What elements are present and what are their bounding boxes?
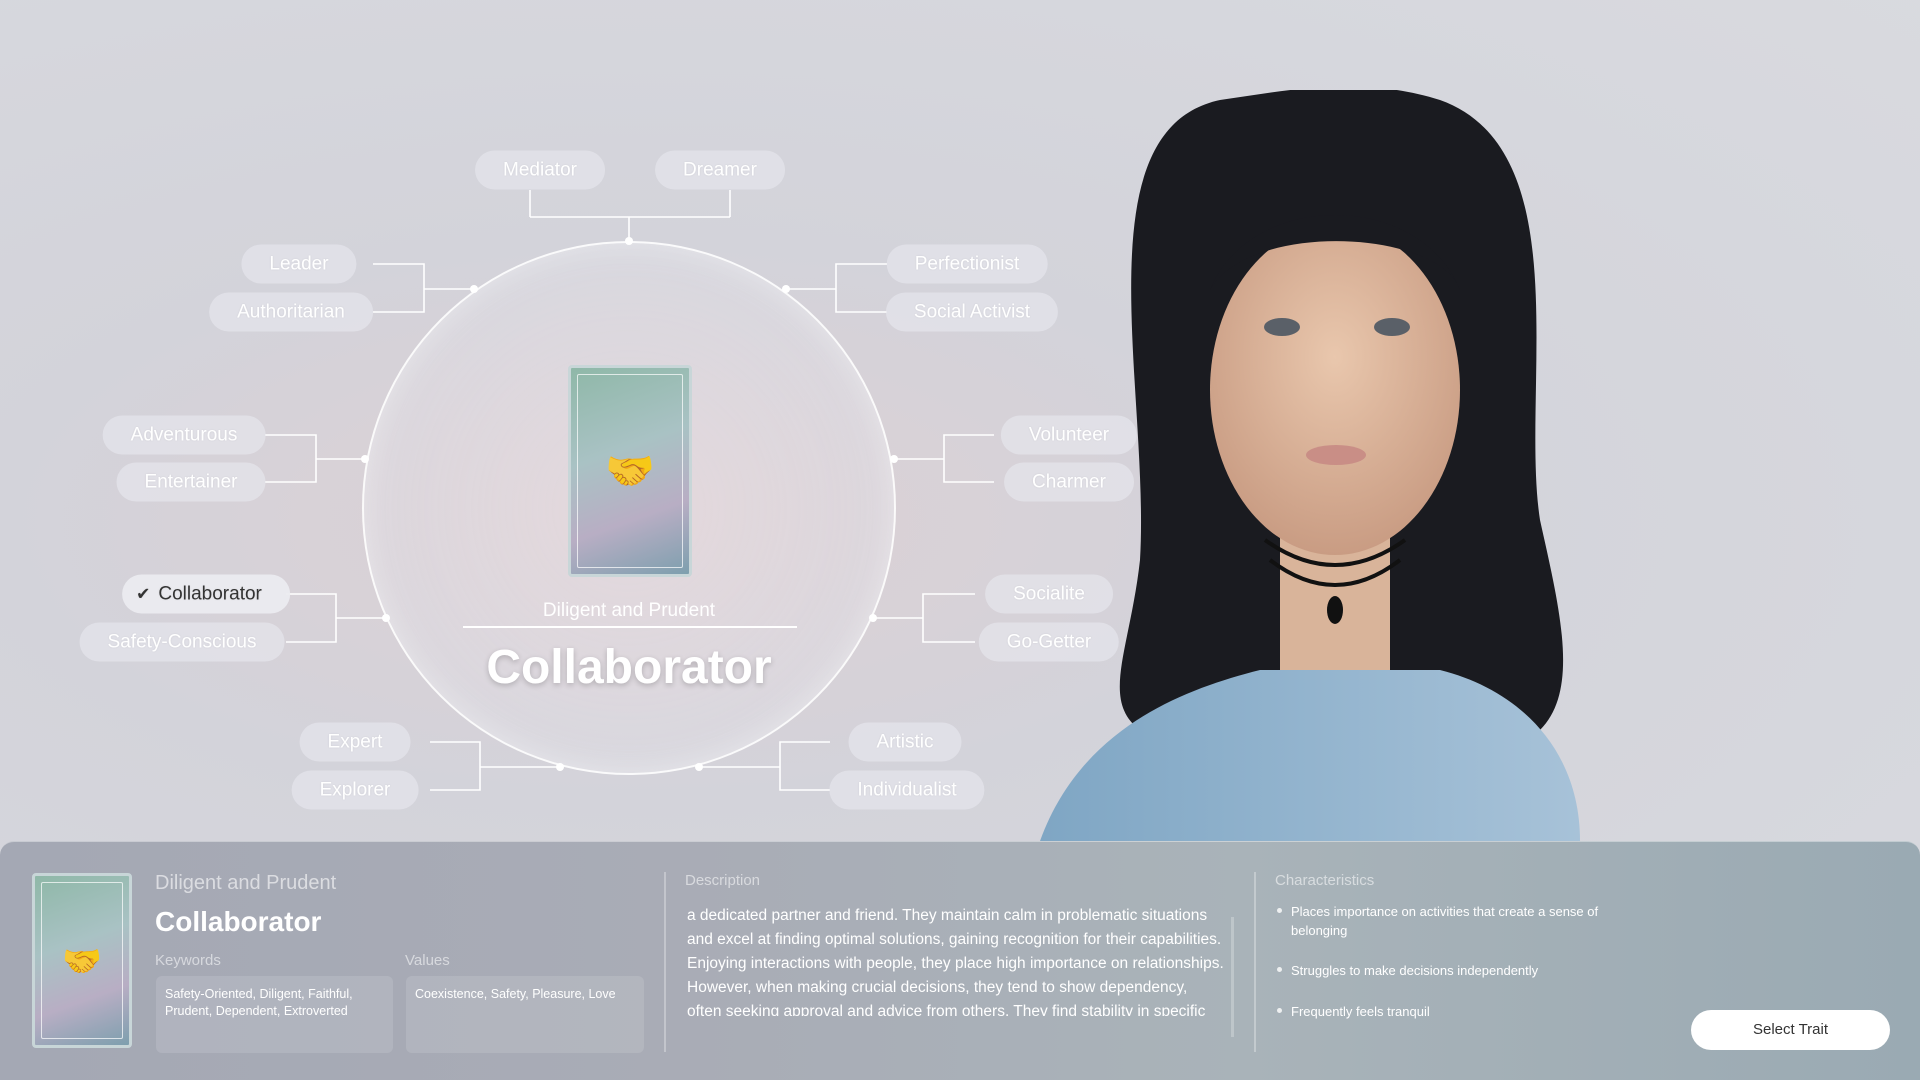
divider — [664, 872, 666, 1052]
trait-entertainer[interactable]: Entertainer — [116, 462, 266, 502]
trait-individualist[interactable]: Individualist — [829, 770, 985, 810]
trait-collaborator[interactable]: ✔ Collaborator — [122, 574, 290, 614]
characteristic-item: Struggles to make decisions independentl… — [1277, 961, 1631, 980]
handshake-icon: 🤝 — [605, 449, 655, 494]
divider — [463, 626, 797, 628]
panel-title: Collaborator — [155, 906, 322, 937]
description-text[interactable]: a dedicated partner and friend. They mai… — [687, 904, 1224, 1016]
trait-expert[interactable]: Expert — [299, 722, 411, 762]
trait-leader[interactable]: Leader — [241, 244, 357, 284]
panel-subtitle: Diligent and Prudent — [155, 872, 337, 894]
handshake-icon: 🤝 — [62, 942, 102, 979]
selected-trait-title: Collaborator — [486, 641, 772, 694]
values-label: Values — [405, 952, 450, 969]
keywords-box: Safety-Oriented, Diligent, Faithful, Pru… — [156, 976, 393, 1053]
trait-label: Collaborator — [158, 583, 262, 605]
trait-detail-panel: 🤝 Diligent and Prudent Collaborator Keyw… — [0, 841, 1920, 1080]
characteristic-item: Frequently feels tranquil — [1277, 1002, 1631, 1021]
description-label: Description — [685, 872, 761, 889]
trait-adventurous[interactable]: Adventurous — [102, 415, 266, 455]
characteristic-item: Places importance on activities that cre… — [1277, 902, 1631, 940]
characteristics-label: Characteristics — [1275, 872, 1375, 889]
trait-mediator[interactable]: Mediator — [475, 150, 605, 190]
character-portrait — [1040, 90, 1580, 841]
trait-dreamer[interactable]: Dreamer — [655, 150, 785, 190]
trait-artistic[interactable]: Artistic — [848, 722, 962, 762]
description-scrollbar[interactable] — [1231, 917, 1234, 1037]
trait-explorer[interactable]: Explorer — [291, 770, 419, 810]
keywords-label: Keywords — [155, 952, 221, 969]
select-trait-button[interactable]: Select Trait — [1691, 1010, 1890, 1050]
trait-safety-conscious[interactable]: Safety-Conscious — [79, 622, 285, 662]
selected-trait-subtitle: Diligent and Prudent — [542, 600, 716, 621]
tarot-card-image: 🤝 — [568, 365, 692, 577]
check-icon: ✔ — [136, 584, 151, 604]
values-box: Coexistence, Safety, Pleasure, Love — [406, 976, 644, 1053]
divider — [1254, 872, 1256, 1052]
panel-tarot-card: 🤝 — [32, 873, 132, 1048]
trait-authoritarian[interactable]: Authoritarian — [209, 292, 373, 332]
